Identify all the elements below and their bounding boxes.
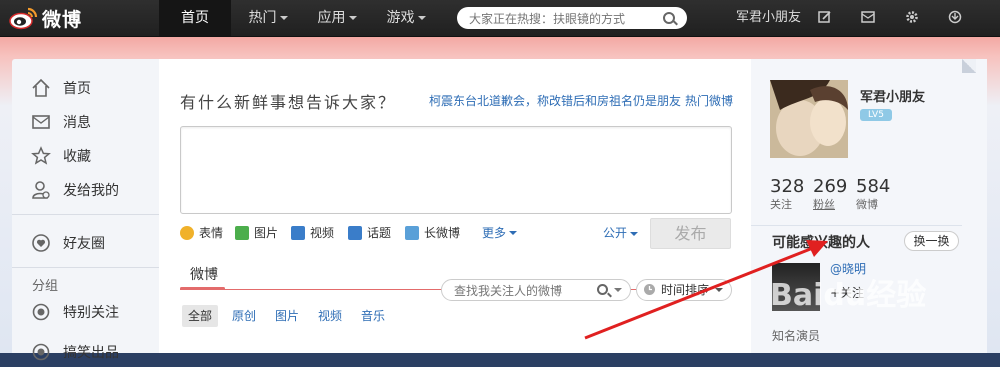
watermark-logo: Baidu经验 [770, 278, 927, 313]
